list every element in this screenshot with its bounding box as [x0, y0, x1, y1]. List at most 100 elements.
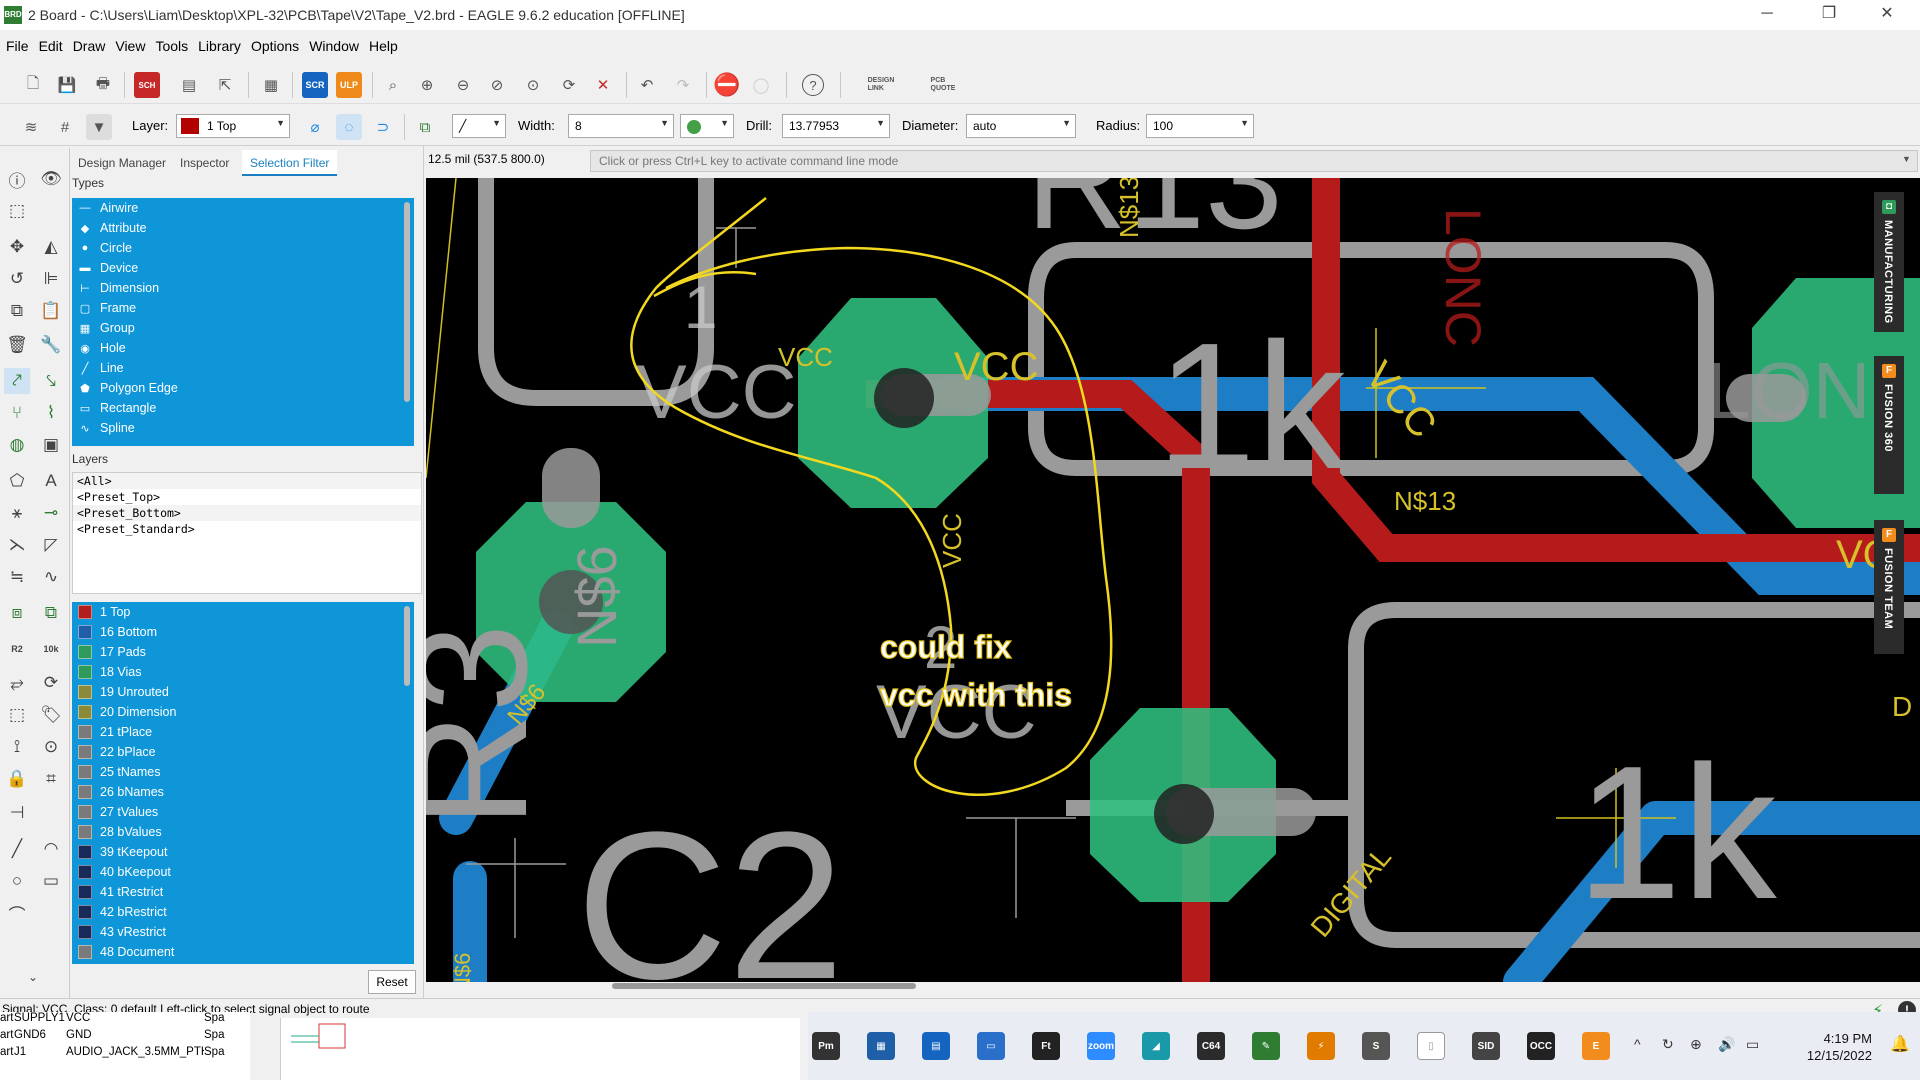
redraw-icon[interactable]: ⟳	[556, 72, 582, 98]
type-filter-item[interactable]: ▢ Frame	[72, 298, 414, 318]
type-filter-item[interactable]: ▭ Rectangle	[72, 398, 414, 418]
battery-icon[interactable]: ▭	[1746, 1036, 1759, 1053]
rotate-icon[interactable]: ↺	[4, 266, 30, 292]
redo-icon[interactable]: ↷	[670, 72, 696, 98]
tab-design-manager[interactable]: Design Manager	[70, 150, 174, 176]
layer-filter-item[interactable]: 39 tKeepout	[72, 842, 414, 862]
tag-icon[interactable]: 🏷	[38, 702, 64, 728]
layer-select[interactable]: 1 Top ▼	[176, 114, 290, 138]
zoom-app-icon[interactable]: zoom	[1087, 1032, 1115, 1060]
slides-app-icon[interactable]: S	[1362, 1032, 1390, 1060]
menu-file[interactable]: File	[0, 38, 33, 54]
grid-icon[interactable]: #	[52, 114, 78, 140]
layer-filter-item[interactable]: 41 tRestrict	[72, 882, 414, 902]
help-icon[interactable]: ?	[802, 74, 824, 96]
library-manager-icon[interactable]: ▦	[258, 72, 284, 98]
command-line-input[interactable]: Click or press Ctrl+L key to activate co…	[590, 150, 1918, 172]
add-icon[interactable]: ⧈	[4, 600, 30, 626]
route-mode-icon[interactable]: ◌	[336, 114, 362, 140]
undo-icon[interactable]: ↶	[634, 72, 660, 98]
wire-icon[interactable]: ⊸	[38, 500, 64, 526]
layer-filter-item[interactable]: 25 tNames	[72, 762, 414, 782]
ft-app-icon[interactable]: Ft	[1032, 1032, 1060, 1060]
ripup-icon[interactable]: ⤥	[38, 368, 64, 394]
select-icon[interactable]: ⬚	[4, 198, 30, 224]
layer-filter-item[interactable]: 26 bNames	[72, 782, 414, 802]
arc-icon[interactable]: ◠	[38, 836, 64, 862]
show-icon[interactable]: 👁	[38, 166, 64, 192]
signal-icon[interactable]: ⚹	[4, 500, 30, 526]
value-icon[interactable]: 10k	[38, 636, 64, 662]
drill-select[interactable]: 13.77953 ▼	[782, 114, 890, 138]
diameter-select[interactable]: auto ▼	[966, 114, 1076, 138]
fusion-team-side-tab[interactable]: F FUSION TEAM	[1874, 520, 1904, 654]
split-icon[interactable]: ⋋	[4, 532, 30, 558]
layer-preset-item[interactable]: <Preset_Top>	[73, 489, 421, 505]
meander-icon[interactable]: ⌇	[38, 400, 64, 426]
layer-filter-item[interactable]: 40 bKeepout	[72, 862, 414, 882]
window-app-icon[interactable]: ▭	[977, 1032, 1005, 1060]
menu-library[interactable]: Library	[192, 38, 245, 54]
rectangle-icon[interactable]: ▭	[38, 868, 64, 894]
type-filter-item[interactable]: ╱ Line	[72, 358, 414, 378]
new-file-icon[interactable]: 🗋	[20, 72, 46, 98]
type-filter-item[interactable]: ◆ Attribute	[72, 218, 414, 238]
dolphin-app-icon[interactable]: ◢	[1142, 1032, 1170, 1060]
tab-inspector[interactable]: Inspector	[172, 150, 237, 176]
eagle-app-icon[interactable]: E	[1582, 1032, 1610, 1060]
editor-app-icon[interactable]: ✎	[1252, 1032, 1280, 1060]
layer-filter-item[interactable]: 1 Top	[72, 602, 414, 622]
zoom-fit-icon[interactable]: ⌕	[380, 72, 406, 98]
clock[interactable]: 4:19 PM 12/15/2022	[1792, 1030, 1872, 1064]
types-scrollbar[interactable]	[404, 202, 410, 402]
layer-filter-item[interactable]: 18 Vias	[72, 662, 414, 682]
menu-tools[interactable]: Tools	[149, 38, 192, 54]
layer-filter-item[interactable]: 48 Document	[72, 942, 414, 962]
menu-draw[interactable]: Draw	[67, 38, 110, 54]
tray-expand-icon[interactable]: ^	[1634, 1036, 1641, 1052]
layer-settings-icon[interactable]: ≋	[18, 114, 44, 140]
fusion-360-side-tab[interactable]: F FUSION 360	[1874, 356, 1904, 494]
zoom-select-icon[interactable]: ⊘	[484, 72, 510, 98]
menu-options[interactable]: Options	[245, 38, 303, 54]
padlock-icon[interactable]: 🔒	[4, 766, 30, 792]
layer-filter-item[interactable]: 27 tValues	[72, 802, 414, 822]
type-filter-item[interactable]: ▦ Group	[72, 318, 414, 338]
type-filter-item[interactable]: ⊢ Dimension	[72, 278, 414, 298]
type-filter-item[interactable]: ∿ Spline	[72, 418, 414, 438]
menu-edit[interactable]: Edit	[33, 38, 67, 54]
sublime-app-icon[interactable]: ⚡	[1307, 1032, 1335, 1060]
radius-select[interactable]: 100 ▼	[1146, 114, 1254, 138]
zoom-out-icon[interactable]: ⊖	[450, 72, 476, 98]
layer-filter-item[interactable]: 28 bValues	[72, 822, 414, 842]
spline-icon[interactable]: ⌒	[4, 900, 30, 926]
restore-button[interactable]: ❐	[1806, 0, 1852, 30]
zoom-last-icon[interactable]: ⊙	[520, 72, 546, 98]
route-bend-icon[interactable]: ⊃	[370, 114, 396, 140]
paste-icon[interactable]: 📋	[38, 298, 64, 324]
layer-filter-item[interactable]: 42 bRestrict	[72, 902, 414, 922]
slice-icon[interactable]: ∿	[38, 564, 64, 590]
export-icon[interactable]: ⇱	[212, 72, 238, 98]
mirror-icon[interactable]: ◭	[38, 234, 64, 260]
layers-scrollbar[interactable]	[404, 606, 410, 686]
route-icon[interactable]: ⤤	[4, 368, 30, 394]
group-icon[interactable]: ⌗	[38, 766, 64, 792]
lock-icon[interactable]: ⟳	[38, 670, 64, 696]
align-icon[interactable]: ⊫	[38, 266, 64, 292]
change-icon[interactable]: 🔧	[38, 332, 64, 358]
attribute-icon[interactable]: ⬚	[4, 702, 30, 728]
menu-view[interactable]: View	[109, 38, 149, 54]
schematic-switch-button[interactable]: SCH	[134, 72, 160, 98]
polygon-icon[interactable]: ⬠	[4, 468, 30, 494]
line-icon[interactable]: ╱	[4, 836, 30, 862]
text-icon[interactable]: A	[38, 468, 64, 494]
type-filter-item[interactable]: — Airwire	[72, 198, 414, 218]
network-icon[interactable]: ⊕	[1690, 1036, 1702, 1053]
fanout-icon[interactable]: ⑂	[4, 400, 30, 426]
reset-button[interactable]: Reset	[368, 970, 416, 994]
delete-icon[interactable]: 🗑	[4, 332, 30, 358]
layer-filter-item[interactable]: 17 Pads	[72, 642, 414, 662]
layer-filter-item[interactable]: 21 tPlace	[72, 722, 414, 742]
ruler-icon[interactable]: ⊣	[4, 800, 30, 826]
